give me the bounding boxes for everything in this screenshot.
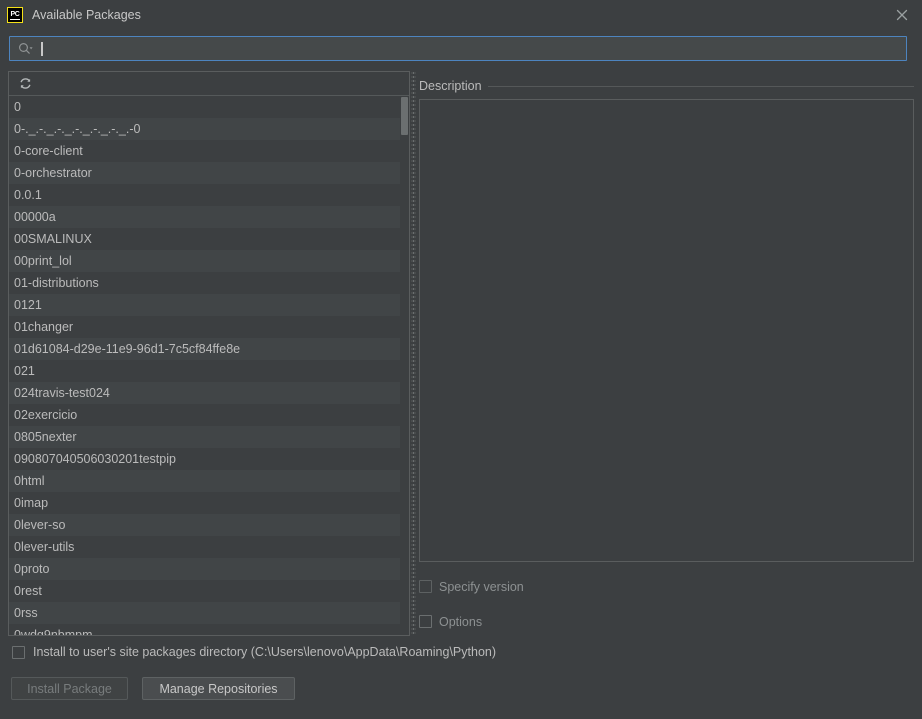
package-list-item[interactable]: 0121 bbox=[9, 294, 409, 316]
package-list-item[interactable]: 02exercicio bbox=[9, 404, 409, 426]
text-caret bbox=[41, 41, 43, 56]
package-list-item[interactable]: 0wdg9nbmpm bbox=[9, 624, 409, 635]
package-list-item[interactable]: 01-distributions bbox=[9, 272, 409, 294]
panel-splitter[interactable] bbox=[411, 71, 416, 636]
scrollbar-thumb[interactable] bbox=[401, 97, 408, 135]
package-list-item[interactable]: 0html bbox=[9, 470, 409, 492]
description-separator bbox=[487, 85, 914, 87]
package-list-panel: 0 0-._.-._.-._.-._.-._.-._.-0 0-core-clien… bbox=[8, 71, 410, 636]
package-list-item[interactable]: 0lever-utils bbox=[9, 536, 409, 558]
package-list-item[interactable]: 0proto bbox=[9, 558, 409, 580]
specify-version-row: Specify version bbox=[419, 575, 914, 598]
specify-version-checkbox[interactable] bbox=[419, 580, 432, 593]
options-label: Options bbox=[439, 614, 483, 629]
user-site-packages-label: Install to user's site packages director… bbox=[33, 645, 497, 659]
package-list-item[interactable]: 0-core-client bbox=[9, 140, 409, 162]
package-list-item[interactable]: 021 bbox=[9, 360, 409, 382]
specify-version-label: Specify version bbox=[439, 579, 524, 594]
description-header: Description bbox=[419, 78, 914, 94]
pycharm-pc-icon: PC bbox=[7, 6, 23, 23]
manage-repositories-button[interactable]: Manage Repositories bbox=[142, 677, 295, 700]
user-site-packages-checkbox[interactable] bbox=[12, 645, 25, 659]
options-checkbox[interactable] bbox=[419, 615, 432, 628]
package-list-scrollbar[interactable] bbox=[400, 96, 409, 635]
package-list-item[interactable]: 0rss bbox=[9, 602, 409, 624]
search-field[interactable] bbox=[9, 36, 907, 61]
refresh-icon[interactable] bbox=[17, 76, 33, 92]
package-list-item[interactable]: 0-orchestrator bbox=[9, 162, 409, 184]
search-icon[interactable] bbox=[18, 42, 34, 56]
user-site-packages-row: Install to user's site packages director… bbox=[12, 645, 496, 659]
close-icon[interactable] bbox=[894, 7, 910, 23]
install-package-button[interactable]: Install Package bbox=[11, 677, 128, 700]
description-label: Description bbox=[419, 79, 482, 93]
description-content bbox=[419, 99, 914, 562]
search-input[interactable] bbox=[46, 37, 906, 60]
package-list-item[interactable]: 01d61084-d29e-11e9-96d1-7c5cf84ffe8e bbox=[9, 338, 409, 360]
package-list-item[interactable]: 00print_lol bbox=[9, 250, 409, 272]
package-list-item[interactable]: 00000a bbox=[9, 206, 409, 228]
package-rows-container: 0 0-._.-._.-._.-._.-._.-._.-0 0-core-clien… bbox=[9, 96, 409, 635]
package-list-item[interactable]: 090807040506030201testpip bbox=[9, 448, 409, 470]
available-packages-dialog: PC Available Packages 0 0-._.-._.-._.-._… bbox=[0, 0, 922, 719]
title-bar: PC Available Packages bbox=[0, 0, 922, 29]
package-list-item[interactable]: 0imap bbox=[9, 492, 409, 514]
window-title: Available Packages bbox=[32, 7, 141, 22]
package-list-body[interactable]: 0 0-._.-._.-._.-._.-._.-._.-0 0-core-clien… bbox=[9, 96, 409, 635]
pycharm-logo-text: PC bbox=[10, 11, 20, 18]
package-list-item[interactable]: 024travis-test024 bbox=[9, 382, 409, 404]
package-list-item[interactable]: 00SMALINUX bbox=[9, 228, 409, 250]
package-list-item[interactable]: 0-._.-._.-._.-._.-._.-._.-0 bbox=[9, 118, 409, 140]
package-list-toolbar bbox=[9, 72, 409, 96]
package-list-item[interactable]: 0805nexter bbox=[9, 426, 409, 448]
package-list-item[interactable]: 0.0.1 bbox=[9, 184, 409, 206]
package-list-item[interactable]: 01changer bbox=[9, 316, 409, 338]
package-list-item[interactable]: 0rest bbox=[9, 580, 409, 602]
package-list-item[interactable]: 0 bbox=[9, 96, 409, 118]
package-list-item[interactable]: 0lever-so bbox=[9, 514, 409, 536]
options-row: Options bbox=[419, 610, 914, 633]
